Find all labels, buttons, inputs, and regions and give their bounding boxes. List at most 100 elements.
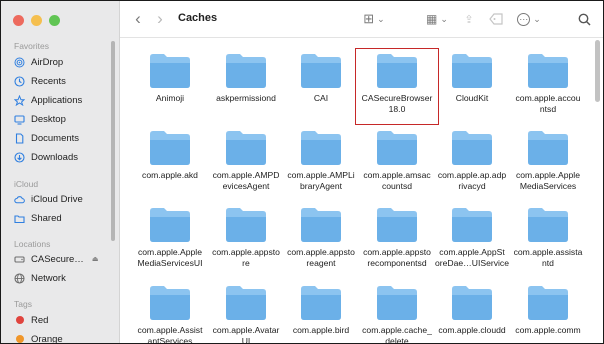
- toolbar: ‹ › Caches ⊞ ⌄ ▦ ⌄ ⇪ ⋯ ⌄: [120, 1, 603, 38]
- sidebar-item-label: CASecure…: [31, 253, 84, 265]
- folder-label-line: UI: [241, 336, 251, 343]
- folder-icon: [150, 131, 190, 165]
- folder-label-line: ntd: [542, 258, 554, 268]
- close-button[interactable]: [13, 15, 24, 26]
- folder-label-line: com.apple.Apple: [515, 170, 581, 180]
- folder-icon: [150, 54, 190, 88]
- folder-icon: [452, 54, 492, 88]
- sidebar-item-label: AirDrop: [31, 56, 64, 68]
- clock-icon: [14, 75, 25, 87]
- sidebar-item-label: Red: [31, 314, 49, 326]
- applications-icon: [14, 94, 25, 106]
- folder-label: com.apple.accou ntsd: [503, 93, 590, 115]
- folder-icon: [301, 131, 341, 165]
- sidebar-item-network[interactable]: Network: [14, 271, 114, 285]
- folder-label-line: delete: [385, 336, 409, 343]
- folder-icon: [452, 286, 492, 320]
- sidebar-item-label: Shared: [31, 212, 62, 224]
- tag-dot-icon: [14, 315, 25, 326]
- folder-icon: [226, 286, 266, 320]
- sidebar-item-label: Network: [31, 272, 66, 284]
- folder-icon: [226, 208, 266, 242]
- search-icon[interactable]: [576, 10, 592, 28]
- tag-icon[interactable]: [487, 10, 505, 28]
- folder-icon: [452, 208, 492, 242]
- sidebar-item-orange[interactable]: Orange: [14, 332, 114, 344]
- sidebar-item-shared[interactable]: Shared: [14, 211, 114, 225]
- folder-label-line: com.apple.comm: [515, 325, 581, 335]
- folder-label-line: com.apple.accou: [515, 93, 581, 103]
- sidebar-item-casecure[interactable]: CASecure… ⏏: [14, 252, 114, 266]
- folder-label: com.apple.Apple MediaServices: [503, 170, 590, 192]
- sidebar-section-tags: Tags: [14, 299, 32, 309]
- sidebar-item-label: Recents: [31, 75, 66, 87]
- folder-label-line: MediaServices: [519, 181, 577, 191]
- folder-icon: [528, 286, 568, 320]
- magnifier-icon: [578, 13, 591, 26]
- finder-window: Favorites AirDrop Recents Applications Desk…: [0, 0, 604, 344]
- more-button[interactable]: ⋯ ⌄: [514, 10, 544, 28]
- folder-icon: [150, 208, 190, 242]
- sidebar-item-label: Applications: [31, 94, 83, 106]
- folder-icon: [377, 286, 417, 320]
- window-title: Caches: [178, 12, 218, 24]
- shared-folder-icon: [14, 213, 25, 224]
- folder-icon: [528, 54, 568, 88]
- sidebar-section-icloud: iCloud: [14, 179, 39, 189]
- sidebar-item-icloud-drive[interactable]: iCloud Drive: [14, 192, 114, 206]
- sidebar-item-red[interactable]: Red: [14, 313, 114, 327]
- tag-shape-icon: [489, 13, 503, 25]
- view-options-button[interactable]: ⊞ ⌄: [360, 10, 388, 28]
- sidebar-item-label: Desktop: [31, 113, 66, 125]
- sidebar-item-label: Downloads: [31, 151, 78, 163]
- back-icon[interactable]: ‹: [132, 9, 144, 28]
- sidebar-item-desktop[interactable]: Desktop: [14, 112, 114, 126]
- sidebar-item-downloads[interactable]: Downloads: [14, 150, 114, 164]
- traffic-lights: [13, 15, 60, 26]
- group-button[interactable]: ▦ ⌄: [422, 10, 452, 28]
- globe-icon: [14, 272, 25, 284]
- sidebar-item-airdrop[interactable]: AirDrop: [14, 55, 114, 69]
- scrollbar-thumb[interactable]: [595, 40, 600, 102]
- folder-icon: [377, 131, 417, 165]
- folder-item[interactable]: com.apple.comm: [503, 283, 590, 336]
- sidebar-item-label: Documents: [31, 132, 80, 144]
- share-icon[interactable]: ⇪: [461, 10, 477, 28]
- icon-view-icon: ⊞: [363, 11, 375, 26]
- file-grid: Animoji askpermissiond CAI CASecureBrowser 1…: [120, 38, 590, 343]
- folder-icon: [150, 286, 190, 320]
- sidebar-section-favorites: Favorites: [14, 41, 49, 51]
- folder-icon: [528, 131, 568, 165]
- desktop-icon: [14, 114, 25, 125]
- disk-icon: [14, 254, 25, 265]
- sidebar-item-label: Orange: [31, 333, 63, 344]
- folder-item[interactable]: com.apple.assista ntd: [503, 205, 590, 269]
- chevron-down-icon: ⌄: [440, 13, 448, 24]
- cloud-icon: [14, 194, 25, 205]
- sidebar-item-applications[interactable]: Applications: [14, 93, 114, 107]
- folder-icon: [528, 208, 568, 242]
- folder-icon: [452, 131, 492, 165]
- folder-label-line: com.apple.assista: [513, 247, 583, 257]
- download-icon: [14, 151, 25, 163]
- folder-label: com.apple.assista ntd: [503, 247, 590, 269]
- minimize-button[interactable]: [31, 15, 42, 26]
- folder-icon: [226, 54, 266, 88]
- eject-icon[interactable]: ⏏: [92, 255, 99, 263]
- sidebar-scrollbar[interactable]: [111, 41, 115, 241]
- folder-item[interactable]: com.apple.accou ntsd: [503, 51, 590, 115]
- vertical-scrollbar[interactable]: [593, 38, 603, 343]
- sidebar-item-documents[interactable]: Documents: [14, 131, 114, 145]
- forward-icon[interactable]: ›: [154, 9, 166, 28]
- folder-icon: [301, 286, 341, 320]
- sidebar-item-recents[interactable]: Recents: [14, 74, 114, 88]
- sidebar-section-locations: Locations: [14, 239, 51, 249]
- zoom-button[interactable]: [49, 15, 60, 26]
- folder-item[interactable]: com.apple.Apple MediaServices: [503, 128, 590, 192]
- folder-icon: [226, 131, 266, 165]
- folder-icon: [301, 208, 341, 242]
- group-icon: ▦: [426, 12, 438, 26]
- airdrop-icon: [14, 57, 25, 68]
- chevron-down-icon: ⌄: [533, 13, 541, 24]
- folder-icon: [301, 54, 341, 88]
